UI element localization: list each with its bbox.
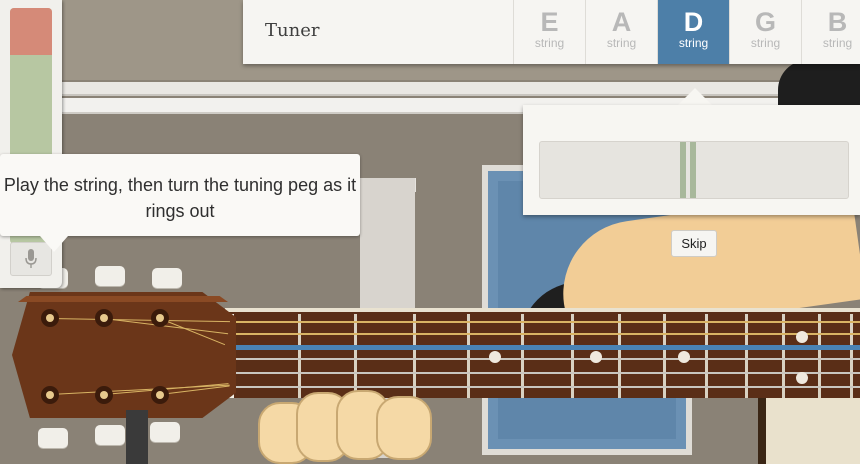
instruction-bubble: Play the string, then turn the tuning pe… [0,154,360,236]
tuning-post [41,309,59,327]
player-hand [258,388,448,464]
string-a [228,372,860,374]
fret-inlay [678,351,690,363]
microphone-icon [25,249,37,268]
guitar-strap [126,410,148,464]
fret-inlay [796,331,808,343]
instruction-text: Play the string, then turn the tuning pe… [3,175,357,221]
string-high-e [228,321,860,323]
tuning-peg[interactable] [95,425,125,445]
tab-string-a[interactable]: A string [585,0,657,64]
fret-inlay [796,372,808,384]
tuner-title: Tuner [265,20,320,41]
tuning-meter-track [539,141,849,199]
string-g [228,358,860,360]
headstock-highlight [18,296,228,302]
tab-string-d[interactable]: D string [657,0,729,64]
instruction-bubble-tail [40,236,68,252]
tab-note: B [827,7,848,37]
tab-label: string [750,36,781,50]
tuning-post [95,309,113,327]
tab-string-g[interactable]: G string [729,0,801,64]
tuning-post [151,386,169,404]
tab-label: string [822,36,853,50]
skip-button[interactable]: Skip [671,230,717,257]
tab-note: A [611,7,632,37]
tab-label: string [534,36,565,50]
tab-note: D [683,7,704,37]
tuning-peg[interactable] [38,428,68,448]
tab-label: string [606,36,637,50]
tuner-bar: Tuner E string A string D string G strin… [243,0,860,64]
tab-label: string [678,36,709,50]
tab-note: E [540,7,559,37]
tuning-peg[interactable] [95,266,125,286]
tab-string-e[interactable]: E string [513,0,585,64]
tuning-meter-panel [523,105,860,215]
tuning-peg[interactable] [152,268,182,288]
tuning-needle [680,142,696,198]
tab-string-b[interactable]: B string [801,0,860,64]
tab-note: G [754,7,776,37]
input-level-fill [10,8,52,55]
string-tabs: E string A string D string G string B st… [513,0,860,64]
string-d-active [228,345,860,350]
string-b [228,333,860,335]
tuning-peg[interactable] [150,422,180,442]
fret-inlay [489,351,501,363]
fret-inlay [590,351,602,363]
tuning-post [151,309,169,327]
tuning-post [95,386,113,404]
wall-molding [0,82,860,96]
tuning-meter-pointer [677,88,713,106]
tuning-post [41,386,59,404]
